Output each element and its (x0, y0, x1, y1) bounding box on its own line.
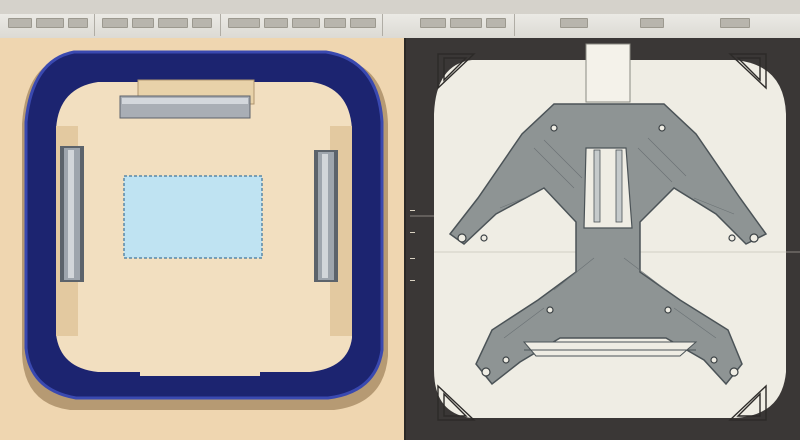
menu-strip (0, 0, 800, 14)
toolbar-button[interactable] (640, 18, 664, 28)
toolbar-button[interactable] (324, 18, 346, 28)
label-rect-icon (123, 175, 263, 259)
tray-icon (22, 50, 388, 410)
toolbar-separator (94, 14, 95, 36)
toolbar-button[interactable] (560, 18, 588, 28)
left-viewport[interactable] (0, 38, 404, 440)
toolbar (0, 0, 800, 39)
toolbar-button[interactable] (102, 18, 128, 28)
ruler-tick (410, 280, 415, 281)
ruler-tick (410, 258, 415, 259)
toolbar-separator (514, 14, 515, 36)
toolbar-button[interactable] (192, 18, 212, 28)
ruler-tick (410, 232, 415, 233)
drawing-sheet (410, 43, 800, 421)
toolbar-button[interactable] (132, 18, 154, 28)
toolbar-separator (382, 14, 383, 36)
toolbar-separator (220, 14, 221, 36)
toolbar-button[interactable] (228, 18, 260, 28)
toolbar-button[interactable] (486, 18, 506, 28)
toolbar-button[interactable] (292, 18, 320, 28)
toolbar-button[interactable] (8, 18, 32, 28)
toolbar-button[interactable] (36, 18, 64, 28)
toolbar-button[interactable] (158, 18, 188, 28)
panel-divider[interactable] (404, 38, 406, 440)
ruler-tick (410, 210, 415, 211)
toolbar-button[interactable] (420, 18, 446, 28)
toolbar-button[interactable] (350, 18, 376, 28)
toolbar-button[interactable] (720, 18, 750, 28)
toolbar-button[interactable] (264, 18, 288, 28)
right-viewport[interactable] (404, 38, 800, 440)
toolbar-button[interactable] (450, 18, 482, 28)
toolbar-button[interactable] (68, 18, 88, 28)
